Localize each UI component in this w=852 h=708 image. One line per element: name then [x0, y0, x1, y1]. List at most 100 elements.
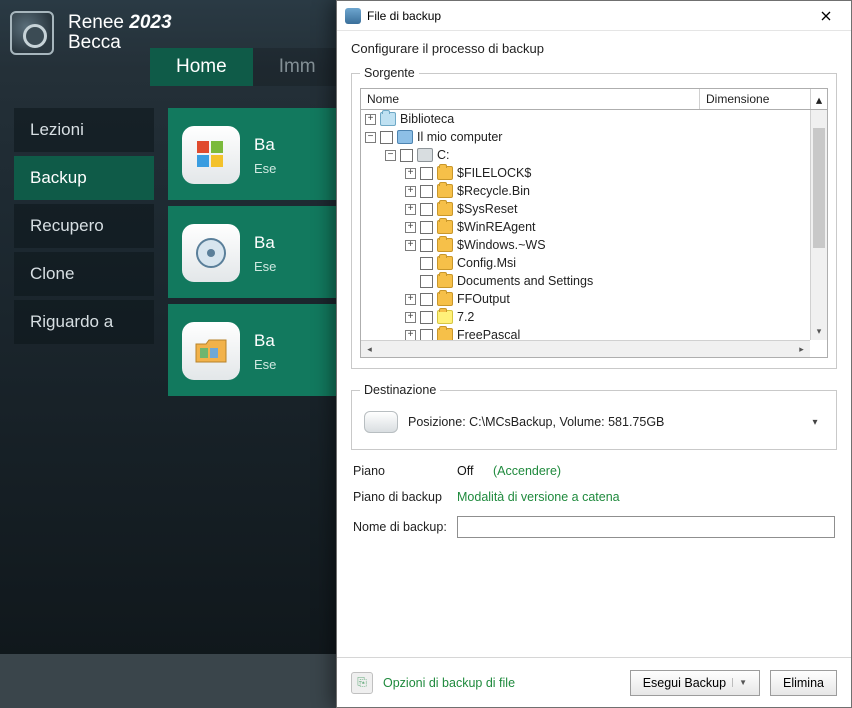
plan-value: Off [457, 464, 493, 478]
card-backup-disk[interactable]: Ba Ese [168, 206, 338, 298]
tree-node-label: FFOutput [457, 292, 510, 306]
dialog-titlebar[interactable]: File di backup [337, 1, 851, 31]
tree-node-label: $WinREAgent [457, 220, 536, 234]
collapse-icon[interactable]: − [365, 132, 376, 143]
backup-mode-link[interactable]: Modalità di versione a catena [457, 490, 620, 504]
tree-node[interactable]: + FFOutput [361, 290, 810, 308]
tree-node[interactable]: +$SysReset [361, 200, 810, 218]
tree-node[interactable]: +$FILELOCK$ [361, 164, 810, 182]
dialog-description: Configurare il processo di backup [351, 41, 837, 56]
tree-node[interactable]: −C: [361, 146, 810, 164]
tree-node[interactable]: −Il mio computer [361, 128, 810, 146]
windows-icon [182, 126, 240, 184]
tree-checkbox[interactable] [420, 185, 433, 198]
card-backup-system[interactable]: Ba Ese [168, 108, 338, 200]
sidebar: Lezioni Backup Recupero Clone Riguardo a [14, 108, 154, 348]
sidebar-item-clone[interactable]: Clone [14, 252, 154, 296]
tree-node-label: $Recycle.Bin [457, 184, 530, 198]
vertical-scrollbar[interactable]: ▾ [810, 110, 827, 340]
destination-text: Posizione: C:\MCsBackup, Volume: 581.75G… [408, 415, 796, 429]
computer-icon [397, 130, 413, 144]
tree-node-label: $Windows.~WS [457, 238, 546, 252]
tab-imm[interactable]: Imm [253, 48, 342, 86]
tree-node[interactable]: +Biblioteca [361, 110, 810, 128]
plan-enable-link[interactable]: (Accendere) [493, 464, 561, 478]
scroll-right-button[interactable]: ▸ [793, 341, 810, 358]
drive-icon [417, 148, 433, 162]
tree-checkbox[interactable] [380, 131, 393, 144]
folder-icon [437, 328, 453, 340]
brand-year: 2023 [129, 12, 171, 33]
folder-icon [437, 220, 453, 234]
run-backup-button[interactable]: Esegui Backup ▼ [630, 670, 760, 696]
tree-checkbox[interactable] [400, 149, 413, 162]
column-header-dimension[interactable]: Dimensione [700, 89, 810, 109]
tree-node-label: FreePascal [457, 328, 520, 340]
folder-icon [182, 322, 240, 380]
tab-home[interactable]: Home [150, 48, 253, 86]
sidebar-item-riguardo[interactable]: Riguardo a [14, 300, 154, 344]
toggle-placeholder [405, 258, 416, 269]
backup-file-dialog: File di backup Configurare il processo d… [336, 0, 852, 708]
tree-checkbox[interactable] [420, 167, 433, 180]
backup-name-input[interactable] [457, 516, 835, 538]
tree-node[interactable]: Config.Msi [361, 254, 810, 272]
sidebar-item-backup[interactable]: Backup [14, 156, 154, 200]
expand-icon[interactable]: + [365, 114, 376, 125]
card-subtitle: Ese [254, 357, 276, 372]
source-legend: Sorgente [360, 66, 419, 80]
scroll-left-button[interactable]: ◂ [361, 341, 378, 358]
sidebar-item-recupero[interactable]: Recupero [14, 204, 154, 248]
card-title: Ba [254, 331, 276, 351]
tree-viewport[interactable]: +Biblioteca−Il mio computer−C:+$FILELOCK… [361, 110, 810, 340]
tree-node-label: Documents and Settings [457, 274, 593, 288]
disk-icon [182, 224, 240, 282]
tree-node[interactable]: + FreePascal [361, 326, 810, 340]
tree-node[interactable]: + $Windows.~WS [361, 236, 810, 254]
tree-checkbox[interactable] [420, 203, 433, 216]
toggle-placeholder [405, 276, 416, 287]
brand-line1: Renee 2023 [68, 12, 172, 34]
tree-body: +Biblioteca−Il mio computer−C:+$FILELOCK… [360, 110, 828, 358]
scrollbar-thumb[interactable] [813, 128, 825, 248]
destination-row[interactable]: Posizione: C:\MCsBackup, Volume: 581.75G… [360, 405, 828, 439]
scroll-up-button[interactable]: ▴ [810, 89, 827, 109]
tree-checkbox[interactable] [420, 293, 433, 306]
column-header-name[interactable]: Nome [361, 89, 700, 109]
horizontal-scrollbar[interactable]: ◂ ▸ [361, 340, 810, 357]
expand-icon[interactable]: + [405, 168, 416, 179]
tree-checkbox[interactable] [420, 275, 433, 288]
plan-section: Piano Off (Accendere) Piano di backup Mo… [353, 464, 835, 538]
expand-icon[interactable]: + [405, 294, 416, 305]
expand-icon[interactable]: + [405, 186, 416, 197]
delete-button[interactable]: Elimina [770, 670, 837, 696]
tabs-row: Home Imm [150, 48, 342, 86]
tree-checkbox[interactable] [420, 257, 433, 270]
tree-node[interactable]: + $WinREAgent [361, 218, 810, 236]
expand-icon[interactable]: + [405, 330, 416, 341]
folder-icon [437, 292, 453, 306]
sidebar-item-lezioni[interactable]: Lezioni [14, 108, 154, 152]
expand-icon[interactable]: + [405, 204, 416, 215]
tree-header: Nome Dimensione ▴ [360, 88, 828, 110]
tree-checkbox[interactable] [420, 239, 433, 252]
tree-node-label: 7.2 [457, 310, 474, 324]
destination-dropdown-button[interactable]: ▾ [806, 417, 824, 428]
tree-checkbox[interactable] [420, 329, 433, 341]
expand-icon[interactable]: + [405, 222, 416, 233]
chevron-down-icon: ▼ [732, 678, 747, 687]
tree-node[interactable]: + 7.2 [361, 308, 810, 326]
tree-checkbox[interactable] [420, 221, 433, 234]
scroll-down-button[interactable]: ▾ [811, 323, 827, 340]
tree-node[interactable]: + $Recycle.Bin [361, 182, 810, 200]
tree-node[interactable]: Documents and Settings [361, 272, 810, 290]
backup-mode-label: Piano di backup [353, 490, 457, 504]
tree-checkbox[interactable] [420, 311, 433, 324]
expand-icon[interactable]: + [405, 312, 416, 323]
card-title: Ba [254, 135, 276, 155]
expand-icon[interactable]: + [405, 240, 416, 251]
backup-options-link[interactable]: Opzioni di backup di file [383, 676, 515, 690]
card-backup-file[interactable]: Ba Ese [168, 304, 338, 396]
close-button[interactable] [807, 4, 845, 28]
collapse-icon[interactable]: − [385, 150, 396, 161]
